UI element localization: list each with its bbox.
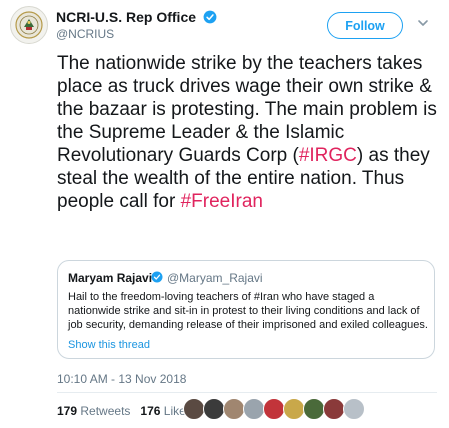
- liker-avatar[interactable]: [203, 398, 225, 420]
- account-avatar[interactable]: [10, 6, 48, 44]
- liker-avatar[interactable]: [343, 398, 365, 420]
- verified-badge-icon: [203, 10, 217, 24]
- hashtag-freeiran[interactable]: #FreeIran: [181, 191, 263, 212]
- likes-count: 176: [140, 404, 161, 418]
- tweet-text: The nationwide strike by the teachers ta…: [57, 52, 437, 213]
- liker-avatar[interactable]: [303, 398, 325, 420]
- account-handle[interactable]: @NCRIUS: [56, 27, 114, 41]
- hashtag-irgc[interactable]: #IRGC: [299, 145, 357, 166]
- quoted-tweet-name: Maryam Rajavi: [68, 271, 153, 285]
- retweets-stat[interactable]: 179 Retweets: [57, 404, 130, 418]
- quoted-tweet-text: Hail to the freedom-loving teachers of #…: [68, 291, 428, 331]
- account-display-name[interactable]: NCRI-U.S. Rep Office: [56, 9, 217, 25]
- retweets-count: 179: [57, 404, 78, 418]
- liker-avatar[interactable]: [223, 398, 245, 420]
- quoted-tweet-handle: @Maryam_Rajavi: [167, 271, 263, 285]
- chevron-down-icon[interactable]: [417, 18, 429, 28]
- quoted-tweet[interactable]: Maryam Rajavi @Maryam_Rajavi Hail to the…: [57, 260, 435, 359]
- liker-avatar[interactable]: [243, 398, 265, 420]
- liker-avatar[interactable]: [323, 398, 345, 420]
- verified-badge-icon: [151, 271, 163, 283]
- divider: [57, 392, 437, 393]
- display-name-text: NCRI-U.S. Rep Office: [56, 9, 197, 25]
- show-thread-link[interactable]: Show this thread: [68, 339, 150, 351]
- liker-avatar[interactable]: [283, 398, 305, 420]
- tweet-timestamp[interactable]: 10:10 AM - 13 Nov 2018: [57, 372, 186, 386]
- liker-avatar[interactable]: [183, 398, 205, 420]
- retweets-label: Retweets: [80, 404, 131, 418]
- liker-avatar[interactable]: [263, 398, 285, 420]
- tweet-stats: 179 Retweets 176 Likes: [57, 404, 192, 418]
- follow-button[interactable]: Follow: [327, 12, 403, 39]
- tweet-card: NCRI-U.S. Rep Office @NCRIUS Follow The …: [0, 0, 449, 428]
- seal-emblem-icon: [15, 11, 43, 39]
